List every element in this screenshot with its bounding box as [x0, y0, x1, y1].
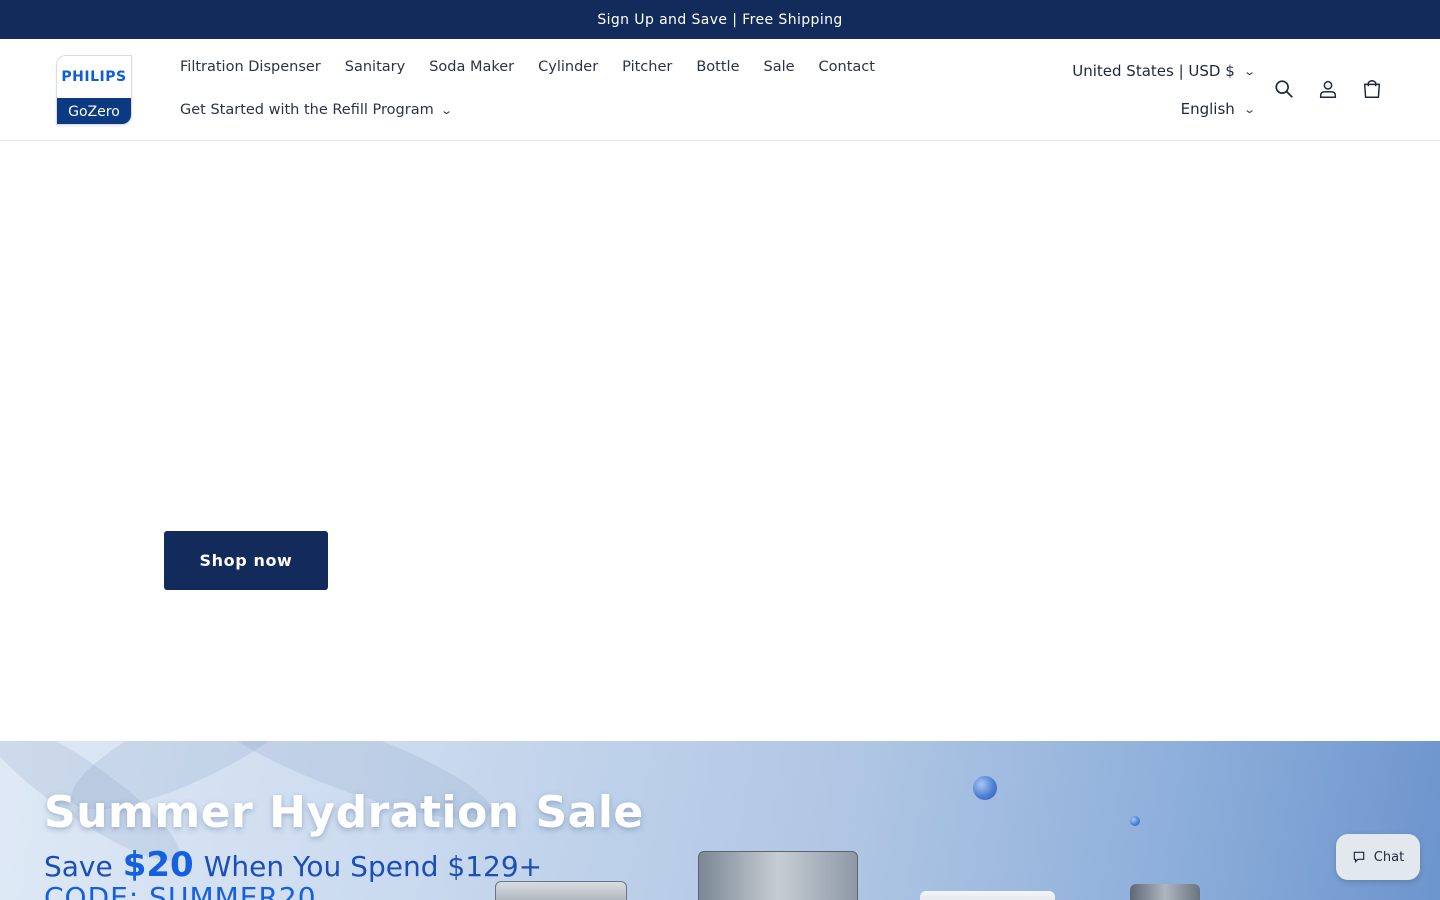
main-nav: Filtration Dispenser Sanitary Soda Maker…: [168, 53, 887, 81]
nav-item-refill-program[interactable]: Get Started with the Refill Program ⌄: [168, 96, 463, 124]
search-icon: [1275, 80, 1293, 98]
nav-item-cylinder[interactable]: Cylinder: [526, 53, 610, 81]
nav-item-pitcher[interactable]: Pitcher: [610, 53, 684, 81]
promo-banner[interactable]: Summer Hydration Sale Save $20 When You …: [0, 741, 1440, 900]
language-selector[interactable]: English ⌄: [1072, 97, 1256, 121]
banner-amount: $20: [122, 845, 194, 885]
chat-icon: [1353, 851, 1365, 864]
banner-code: CODE: SUMMER20: [44, 881, 317, 900]
nav-item-sale[interactable]: Sale: [752, 53, 807, 81]
cart-icon: [1363, 80, 1381, 98]
account-button[interactable]: [1312, 73, 1344, 105]
chat-label: Chat: [1373, 849, 1405, 865]
chevron-down-icon: ⌄: [1242, 102, 1256, 116]
nav-item-contact[interactable]: Contact: [807, 53, 887, 81]
banner-sub-suffix: When You Spend $129+: [203, 850, 543, 883]
nav-item-soda-maker[interactable]: Soda Maker: [417, 53, 526, 81]
product-image: [1130, 884, 1200, 900]
logo-product: GoZero: [57, 98, 131, 124]
banner-title: Summer Hydration Sale: [44, 787, 644, 838]
chevron-down-icon: ⌄: [439, 103, 453, 117]
language-selector-label: English: [1180, 100, 1235, 118]
product-image: [920, 891, 1055, 900]
localization-selectors: United States | USD $ ⌄ English ⌄: [1072, 59, 1256, 121]
chevron-down-icon: ⌄: [1242, 64, 1256, 78]
cart-button[interactable]: [1356, 73, 1388, 105]
logo[interactable]: PHILIPS GoZero: [56, 55, 132, 125]
announcement-bar: Sign Up and Save | Free Shipping: [0, 0, 1440, 39]
hero-section: Shop now: [0, 141, 1440, 741]
nav-item-sanitary[interactable]: Sanitary: [333, 53, 417, 81]
secondary-nav: Get Started with the Refill Program ⌄: [168, 96, 463, 124]
announcement-text[interactable]: Sign Up and Save | Free Shipping: [597, 12, 842, 28]
account-icon: [1319, 80, 1337, 98]
product-image: [698, 851, 858, 900]
shop-now-button[interactable]: Shop now: [164, 531, 328, 590]
search-button[interactable]: [1268, 73, 1300, 105]
country-selector-label: United States | USD $: [1072, 62, 1235, 80]
logo-brand: PHILIPS: [61, 69, 127, 85]
nav-item-refill-program-label: Get Started with the Refill Program: [180, 102, 434, 118]
nav-item-bottle[interactable]: Bottle: [684, 53, 751, 81]
site-header: PHILIPS GoZero Filtration Dispenser Sani…: [0, 39, 1440, 141]
water-bubble: [1130, 816, 1140, 826]
banner-subtitle: Save $20 When You Spend $129+: [44, 845, 542, 885]
country-selector[interactable]: United States | USD $ ⌄: [1072, 59, 1256, 83]
water-bubble: [973, 776, 997, 800]
nav-item-filtration-dispenser[interactable]: Filtration Dispenser: [168, 53, 333, 81]
product-image: [495, 881, 627, 900]
chat-button[interactable]: Chat: [1336, 834, 1420, 880]
banner-sub-prefix: Save: [44, 850, 113, 883]
